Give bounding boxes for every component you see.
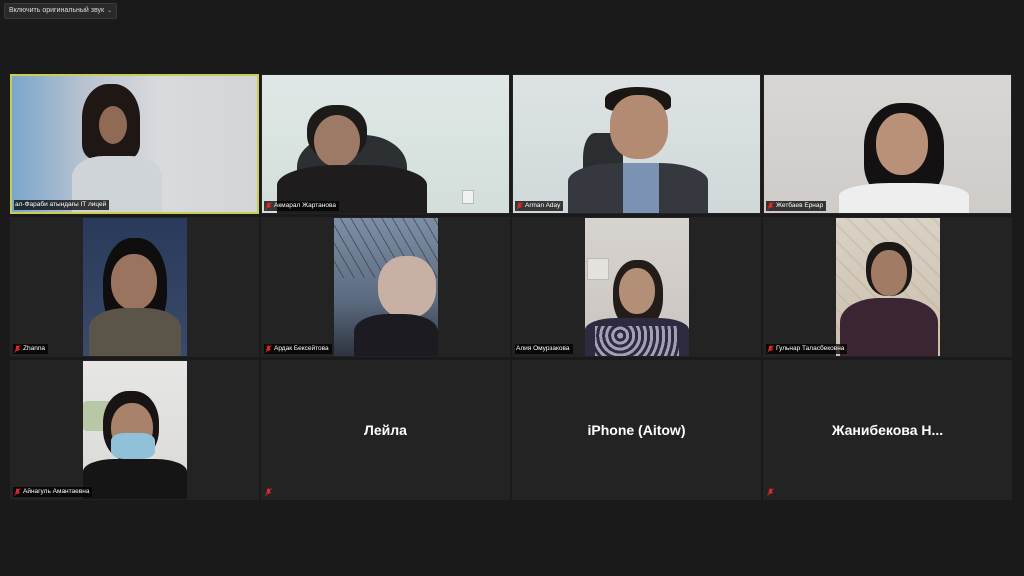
video-feed xyxy=(12,76,257,212)
video-feed xyxy=(835,218,940,356)
participant-display-name: Жанибекова Н... xyxy=(831,422,944,438)
participant-tile[interactable]: Жетбаев Ернар xyxy=(763,74,1012,214)
participant-tile[interactable]: ал-Фараби атындағы IT лицей xyxy=(10,74,259,214)
participant-tile[interactable]: Лейла xyxy=(261,360,510,500)
video-feed xyxy=(82,361,187,499)
participant-name-label: Акмарал Жартанова xyxy=(264,201,339,211)
participant-tile[interactable]: Гульнар Таласбековна xyxy=(763,217,1012,357)
participant-tile[interactable]: Zhanna xyxy=(10,217,259,357)
muted-mic-icon xyxy=(14,345,21,353)
participant-name-label: ал-Фараби атындағы IT лицей xyxy=(14,200,110,210)
participant-tile[interactable]: Жанибекова Н... xyxy=(763,360,1012,500)
participant-tile[interactable]: Айнагуль Амантаевна xyxy=(10,360,259,500)
participant-name-label: Жетбаев Ернар xyxy=(766,201,827,211)
participant-name-label xyxy=(766,487,779,497)
video-feed xyxy=(584,218,689,356)
original-sound-label: Включить оригинальный звук xyxy=(9,7,105,14)
video-grid: ал-Фараби атындағы IT лицей Акмарал Жарт… xyxy=(10,74,1014,501)
participant-tile[interactable]: Акмарал Жартанова xyxy=(261,74,510,214)
muted-mic-icon xyxy=(265,345,272,353)
participant-name-label: Zhanna xyxy=(13,344,49,354)
muted-mic-icon xyxy=(14,488,21,496)
muted-mic-icon xyxy=(767,488,774,496)
muted-mic-icon xyxy=(767,202,774,210)
participant-name-label: Arman Aday xyxy=(515,201,564,211)
participant-name-label xyxy=(264,487,277,497)
muted-mic-icon xyxy=(767,345,774,353)
participant-tile[interactable]: Arman Aday xyxy=(512,74,761,214)
participant-tile[interactable]: Алия Омурзакова xyxy=(512,217,761,357)
video-feed xyxy=(764,75,1011,213)
original-sound-button[interactable]: Включить оригинальный звук ⌄ xyxy=(4,3,118,19)
participant-tile[interactable]: iPhone (Aitow) xyxy=(512,360,761,500)
participant-name-label: Айнагуль Амантаевна xyxy=(13,487,93,497)
video-feed xyxy=(82,218,187,356)
video-feed xyxy=(262,75,509,213)
participant-display-name: iPhone (Aitow) xyxy=(587,422,686,438)
muted-mic-icon xyxy=(265,202,272,210)
participant-name-label: Гульнар Таласбековна xyxy=(766,344,848,354)
video-feed xyxy=(513,75,760,213)
muted-mic-icon xyxy=(265,488,272,496)
muted-mic-icon xyxy=(516,202,523,210)
participant-name-label: Ардак Бексейтова xyxy=(264,344,332,354)
participant-tile[interactable]: Ардак Бексейтова xyxy=(261,217,510,357)
video-feed xyxy=(333,218,438,356)
chevron-down-icon: ⌄ xyxy=(107,8,113,14)
participant-display-name: Лейла xyxy=(364,422,407,438)
participant-name-label: Алия Омурзакова xyxy=(515,344,573,354)
